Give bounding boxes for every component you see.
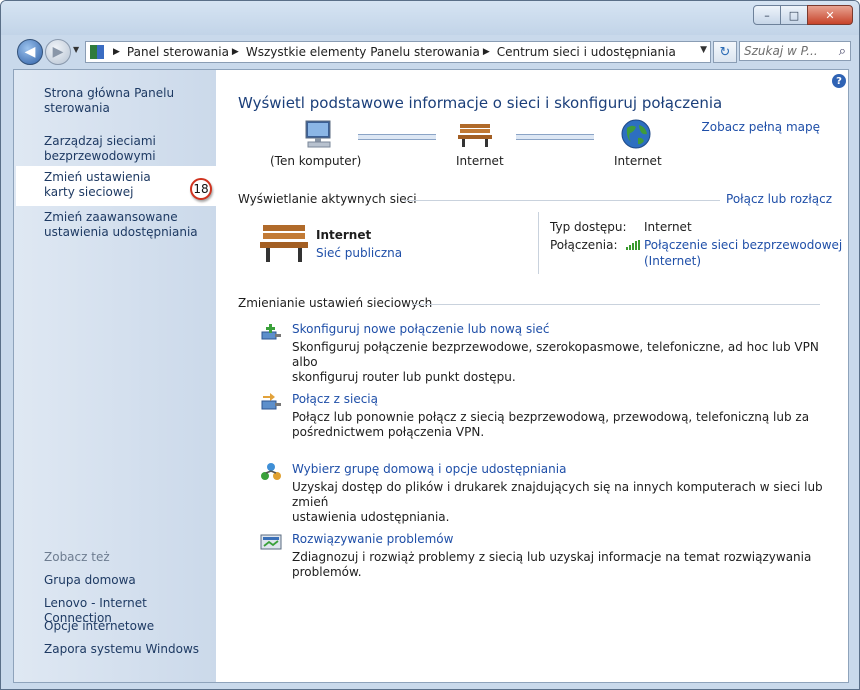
wireless-connection-link-internet[interactable]: (Internet) <box>644 254 701 268</box>
page-title: Wyświetl podstawowe informacje o sieci i… <box>238 94 723 112</box>
task-new-connection: Skonfiguruj nowe połączenie lub nową sie… <box>292 322 832 385</box>
public-network-bench-icon[interactable] <box>260 222 308 264</box>
task-new-connection-desc-1: Skonfiguruj połączenie bezprzewodowe, sz… <box>292 340 819 369</box>
sidebar-item-manage-wireless[interactable]: Zarządzaj sieciami bezprzewodowymi <box>44 134 204 164</box>
navigation-bar: ◀ ▶ ▼ ▶ Panel sterowania ▶ Wszystkie ele… <box>1 35 859 69</box>
task-homegroup-desc-1: Uzyskaj dostęp do plików i drukarek znaj… <box>292 480 823 509</box>
new-connection-icon <box>261 324 281 340</box>
minimize-button[interactable]: – <box>753 5 781 25</box>
search-placeholder: Szukaj w P... <box>744 44 818 58</box>
recent-pages-dropdown-icon[interactable]: ▼ <box>73 45 79 54</box>
refresh-button[interactable]: ↻ <box>713 41 737 63</box>
task-connect-network-desc-2: pośrednictwem połączenia VPN. <box>292 425 485 439</box>
maximize-button[interactable]: □ <box>780 5 808 25</box>
breadcrumb-network-center[interactable]: Centrum sieci i udostępniania <box>497 45 676 59</box>
connections-label: Połączenia: <box>550 238 618 252</box>
access-type-value: Internet <box>644 220 692 234</box>
node-this-computer: (Ten komputer) <box>270 154 362 168</box>
troubleshoot-icon <box>260 534 282 550</box>
breadcrumb-control-panel[interactable]: Panel sterowania <box>127 45 229 59</box>
signal-strength-icon <box>626 240 640 250</box>
network-name: Internet <box>316 228 372 242</box>
task-troubleshoot-desc-1: Zdiagnozuj i rozwiąż problemy z siecią l… <box>292 550 812 579</box>
search-input[interactable]: Szukaj w P... ⌕ <box>739 41 851 61</box>
forward-button[interactable]: ▶ <box>45 39 71 65</box>
sidebar-item-adapter-settings[interactable]: Zmień ustawienia karty sieciowej <box>44 170 174 200</box>
breadcrumb-arrow-icon[interactable]: ▶ <box>483 47 490 57</box>
see-also-homegroup[interactable]: Grupa domowa <box>44 573 204 588</box>
node-internet: Internet <box>614 154 662 168</box>
task-troubleshoot: Rozwiązywanie problemów Zdiagnozuj i roz… <box>292 532 832 580</box>
search-icon[interactable]: ⌕ <box>839 44 846 59</box>
connect-disconnect-link[interactable]: Połącz lub rozłącz <box>726 192 832 206</box>
task-homegroup: Wybierz grupę domową i opcje udostępnian… <box>292 462 832 525</box>
see-also-windows-firewall[interactable]: Zapora systemu Windows <box>44 642 204 657</box>
see-also-heading: Zobacz też <box>44 550 110 564</box>
task-new-connection-link[interactable]: Skonfiguruj nowe połączenie lub nową sie… <box>292 322 832 336</box>
back-button[interactable]: ◀ <box>17 39 43 65</box>
main-panel: ? Wyświetl podstawowe informacje o sieci… <box>216 70 848 682</box>
task-troubleshoot-link[interactable]: Rozwiązywanie problemów <box>292 532 832 546</box>
sidebar: Strona główna Panelu sterowania Zarządza… <box>14 70 216 682</box>
divider <box>404 200 720 201</box>
task-connect-network-link[interactable]: Połącz z siecią <box>292 392 832 406</box>
access-type-label: Typ dostępu: <box>550 220 627 234</box>
breadcrumb-arrow-icon[interactable]: ▶ <box>232 47 239 57</box>
window-controls: – □ ✕ <box>753 5 853 25</box>
network-sharing-center-window: – □ ✕ ◀ ▶ ▼ ▶ Panel sterowania ▶ Wszystk… <box>0 0 860 690</box>
wireless-connection-link[interactable]: Połączenie sieci bezprzewodowej <box>644 238 842 252</box>
network-type-link[interactable]: Sieć publiczna <box>316 246 402 260</box>
task-connect-network: Połącz z siecią Połącz lub ponownie połą… <box>292 392 832 440</box>
task-new-connection-desc-2: skonfiguruj router lub punkt dostępu. <box>292 370 516 384</box>
control-panel-icon <box>90 45 104 59</box>
active-networks-heading: Wyświetlanie aktywnych sieci <box>238 192 417 206</box>
connect-network-icon <box>261 393 281 410</box>
task-connect-network-desc-1: Połącz lub ponownie połącz z siecią bezp… <box>292 410 810 424</box>
help-icon[interactable]: ? <box>832 74 846 88</box>
close-button[interactable]: ✕ <box>807 5 853 25</box>
breadcrumb-all-items[interactable]: Wszystkie elementy Panelu sterowania <box>246 45 480 59</box>
computer-icon[interactable] <box>302 120 334 150</box>
node-internet-network: Internet <box>456 154 504 168</box>
content-area: Strona główna Panelu sterowania Zarządza… <box>13 69 849 683</box>
step-badge: 18 <box>190 178 212 200</box>
title-bar: – □ ✕ <box>1 1 859 35</box>
see-also-internet-options[interactable]: Opcje internetowe <box>44 619 204 634</box>
homegroup-icon <box>261 463 281 480</box>
connection-line <box>516 134 594 140</box>
vertical-divider <box>538 212 539 274</box>
bench-icon[interactable] <box>458 122 492 148</box>
address-dropdown-icon[interactable]: ▼ <box>700 45 707 55</box>
address-bar[interactable]: ▶ Panel sterowania ▶ Wszystkie elementy … <box>85 41 711 63</box>
task-homegroup-desc-2: ustawienia udostępniania. <box>292 510 450 524</box>
full-map-link[interactable]: Zobacz pełną mapę <box>702 120 820 134</box>
sidebar-item-advanced-sharing[interactable]: Zmień zaawansowane ustawienia udostępnia… <box>44 210 204 240</box>
breadcrumb-arrow-icon[interactable]: ▶ <box>113 47 120 57</box>
sidebar-item-control-panel-home[interactable]: Strona główna Panelu sterowania <box>44 86 204 116</box>
globe-icon[interactable] <box>620 118 652 150</box>
connection-line <box>358 134 436 140</box>
task-homegroup-link[interactable]: Wybierz grupę domową i opcje udostępnian… <box>292 462 832 476</box>
divider <box>412 304 820 305</box>
change-settings-heading: Zmienianie ustawień sieciowych <box>238 296 433 310</box>
